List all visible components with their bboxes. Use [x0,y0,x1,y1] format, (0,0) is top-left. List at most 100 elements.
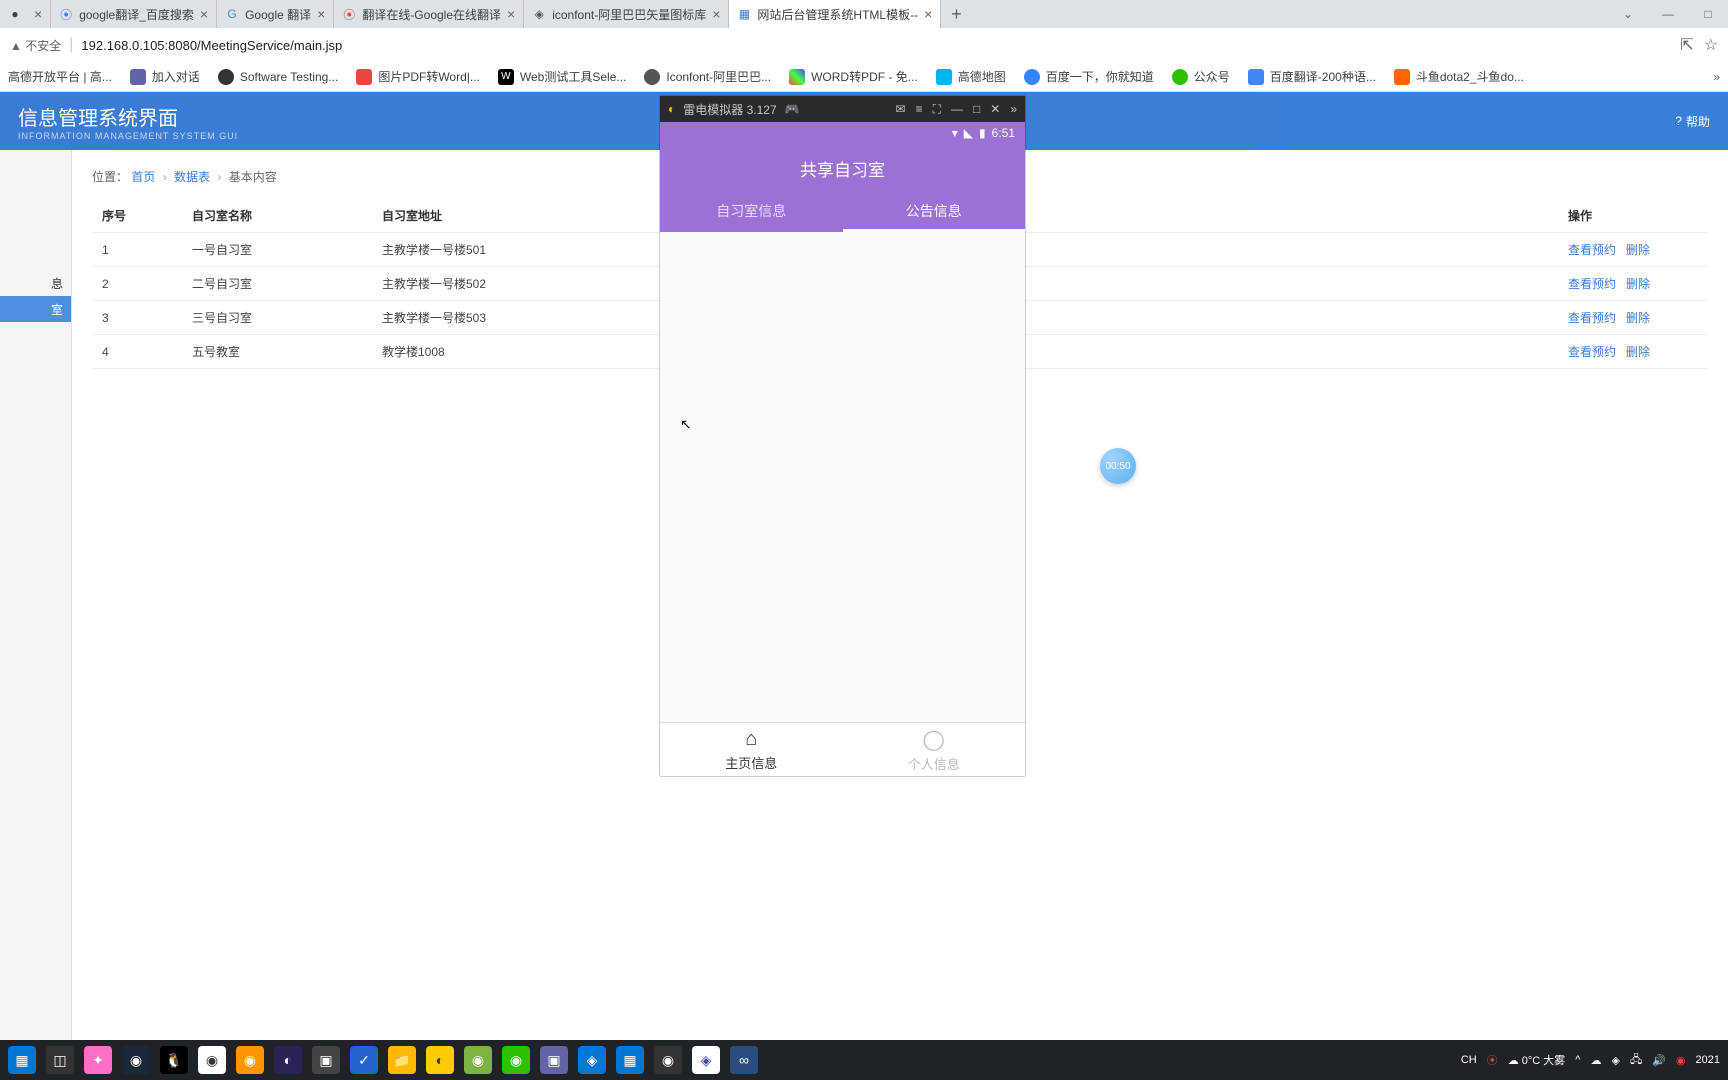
tab-room-info[interactable]: 自习室信息 [660,192,843,232]
delete-link[interactable]: 删除 [1626,243,1650,257]
todo-icon[interactable]: ✓ [350,1046,378,1074]
steam-icon[interactable]: ◉ [122,1046,150,1074]
doc-icon [789,69,805,85]
close-icon[interactable]: ✕ [990,102,1000,117]
maximize-icon[interactable]: □ [1688,7,1728,21]
delete-link[interactable]: 删除 [1626,277,1650,291]
bottom-nav-profile[interactable]: ◯ 个人信息 [843,723,1026,776]
tab-notice-info[interactable]: 公告信息 [843,192,1026,232]
menu-icon[interactable]: ≡ [916,102,923,117]
app-tabs: 自习室信息 公告信息 [660,192,1025,232]
view-booking-link[interactable]: 查看预约 [1568,277,1616,291]
bookmark-item[interactable]: 百度翻译-200种语... [1248,68,1376,85]
mail-icon[interactable]: ✉ [896,102,906,117]
qq-icon[interactable]: 🐧 [160,1046,188,1074]
delete-link[interactable]: 删除 [1626,311,1650,325]
terminal-icon[interactable]: ▣ [312,1046,340,1074]
tab-label: 翻译在线-Google在线翻译 [362,6,501,23]
star-icon[interactable]: ☆ [1704,35,1718,55]
minimize-icon[interactable]: — [951,102,963,117]
app-icon[interactable]: ∞ [730,1046,758,1074]
chrome-icon[interactable]: ◉ [198,1046,226,1074]
sidebar-item[interactable]: 息 [0,270,71,296]
url-input[interactable]: 192.168.0.105:8080/MeetingService/main.j… [81,38,1672,53]
bookmark-item[interactable]: 高德地图 [936,68,1006,85]
weather-widget[interactable]: ☁ 0°C 大雾 [1508,1052,1566,1068]
ldplayer-icon[interactable]: ◐ [426,1046,454,1074]
bookmark-overflow[interactable]: » [1713,70,1720,84]
browser-tab[interactable]: GGoogle 翻译× [217,0,334,28]
tray-icon[interactable]: ☁ [1590,1054,1601,1067]
chevron-up-icon[interactable]: ^ [1575,1054,1580,1066]
close-icon[interactable]: × [317,6,325,22]
browser-tab[interactable]: ⦿google翻译_百度搜索× [51,0,217,28]
ime-icon[interactable]: ⦿ [1487,1052,1498,1068]
bookmark-label: 加入对话 [152,68,200,85]
start-button[interactable]: ▦ [8,1046,36,1074]
bookmark-item[interactable]: 高德开放平台 | 高... [8,68,112,85]
bottom-nav-home[interactable]: ⌂ 主页信息 [660,723,843,776]
gamepad-icon[interactable]: 🎮 [785,102,800,116]
bookmark-item[interactable]: 图片PDF转Word|... [356,68,480,85]
teams-icon[interactable]: ▣ [540,1046,568,1074]
photos-icon[interactable]: ▦ [616,1046,644,1074]
teams-icon [130,69,146,85]
emulator-logo-icon: ◐ [668,102,675,116]
breadcrumb-link[interactable]: 首页 [131,170,155,184]
app-icon[interactable]: ◈ [578,1046,606,1074]
close-icon[interactable]: × [34,6,42,22]
firefox-icon[interactable]: ◉ [236,1046,264,1074]
app-icon[interactable]: ◈ [692,1046,720,1074]
app-body-empty[interactable] [660,232,1025,722]
browser-tab[interactable]: ●× [0,0,51,28]
explorer-icon[interactable]: 📁 [388,1046,416,1074]
bookmark-item[interactable]: 斗鱼dota2_斗鱼do... [1394,68,1524,85]
tray-icon[interactable]: ◈ [1611,1054,1619,1067]
help-link[interactable]: ?帮助 [1675,113,1710,130]
bookmark-item[interactable]: WWeb测试工具Sele... [498,68,626,85]
share-icon[interactable]: ⇱ [1680,35,1693,55]
clock[interactable]: 2021 [1696,1054,1720,1066]
sidebar-item-active[interactable]: 室 [0,296,71,322]
address-bar: ▲ 不安全 | 192.168.0.105:8080/MeetingServic… [0,28,1728,62]
view-booking-link[interactable]: 查看预约 [1568,243,1616,257]
browser-tab-active[interactable]: ▦网站后台管理系统HTML模板--× [729,0,941,28]
browser-tab[interactable]: ◈iconfont-阿里巴巴矢量图标库× [524,0,729,28]
browser-tab[interactable]: ⦿翻译在线-Google在线翻译× [334,0,524,28]
breadcrumb-link[interactable]: 数据表 [174,170,210,184]
insecure-icon[interactable]: ▲ 不安全 [10,37,61,54]
tray-icon[interactable]: ◉ [1676,1054,1686,1067]
close-icon[interactable]: × [200,6,208,22]
app-icon[interactable]: ✦ [84,1046,112,1074]
expand-icon[interactable]: » [1010,102,1017,117]
new-tab-button[interactable]: + [941,4,972,25]
app-icon[interactable]: ◉ [654,1046,682,1074]
app-icon[interactable]: ◉ [464,1046,492,1074]
maximize-icon[interactable]: □ [973,102,980,117]
timer-badge[interactable]: 00:50 [1100,448,1136,484]
bookmark-item[interactable]: Software Testing... [218,69,339,85]
network-icon[interactable]: 🖧 [1630,1051,1642,1070]
eclipse-icon[interactable]: ◐ [274,1046,302,1074]
close-icon[interactable]: × [712,6,720,22]
view-booking-link[interactable]: 查看预约 [1568,311,1616,325]
wechat-icon[interactable]: ◉ [502,1046,530,1074]
task-view-icon[interactable]: ◫ [46,1046,74,1074]
emulator-titlebar[interactable]: ◐ 雷电模拟器 3.127 🎮 ✉ ≡ ⛶ — □ ✕ » [660,96,1025,122]
bookmark-item[interactable]: 公众号 [1172,68,1230,85]
minimize-icon[interactable]: — [1648,7,1688,21]
ime-indicator[interactable]: CH [1461,1054,1477,1066]
bookmark-item[interactable]: 百度一下，你就知道 [1024,68,1154,85]
cell-no: 1 [92,233,182,267]
emulator-window[interactable]: ◐ 雷电模拟器 3.127 🎮 ✉ ≡ ⛶ — □ ✕ » ▾ ◣ ▮ 6:51… [660,96,1025,776]
close-icon[interactable]: × [924,6,932,22]
bookmark-item[interactable]: WORD转PDF - 免... [789,68,918,85]
view-booking-link[interactable]: 查看预约 [1568,345,1616,359]
fullscreen-icon[interactable]: ⛶ [933,102,941,117]
bookmark-item[interactable]: 加入对话 [130,68,200,85]
bookmark-item[interactable]: Iconfont-阿里巴巴... [644,68,771,85]
window-chevron-icon[interactable]: ⌄ [1608,7,1648,21]
delete-link[interactable]: 删除 [1626,345,1650,359]
close-icon[interactable]: × [507,6,515,22]
volume-icon[interactable]: 🔊 [1652,1054,1666,1067]
